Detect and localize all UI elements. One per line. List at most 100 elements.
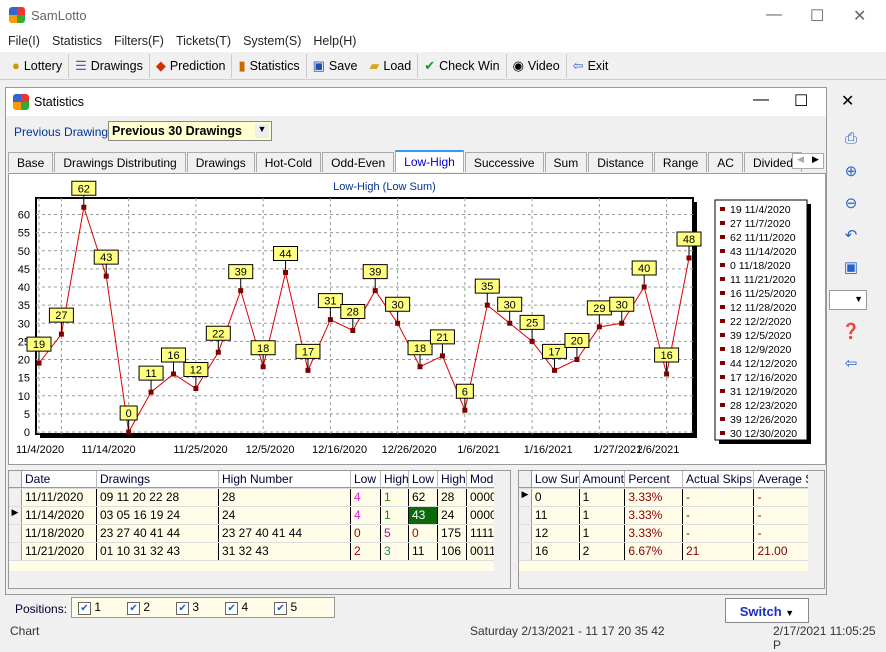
table-cell[interactable]: 1 [381, 507, 409, 524]
tab-odd-even[interactable]: Odd-Even [322, 152, 395, 172]
menu-file[interactable]: File(I) [0, 30, 44, 48]
check-win-button[interactable]: ✔ Check Win [418, 53, 507, 78]
tab-distance[interactable]: Distance [588, 152, 653, 172]
table-cell[interactable]: 0000 [467, 507, 495, 524]
tab-ac[interactable]: AC [708, 152, 743, 172]
previous-drawings-select[interactable]: Previous 30 Drawings ▼ [108, 121, 272, 141]
table-cell[interactable]: 11 [409, 543, 438, 560]
tab-scroll-right-icon[interactable]: ▶ [808, 154, 823, 168]
column-header[interactable]: High [438, 471, 467, 488]
table-cell[interactable]: - [683, 507, 755, 524]
table-cell[interactable]: 12 [532, 525, 580, 542]
table-cell[interactable]: 31 32 43 [219, 543, 351, 560]
table-cell[interactable]: 6.67% [625, 543, 683, 560]
position-checkbox-1[interactable]: ✔ 1 [78, 600, 101, 615]
maximize-button[interactable]: ☐ [810, 6, 824, 26]
save-button[interactable]: ▣ Save [307, 54, 364, 78]
horizontal-scrollbar[interactable] [9, 571, 510, 588]
help-icon[interactable]: ❓ [832, 322, 870, 354]
table-cell[interactable]: 16 [532, 543, 580, 560]
tab-hot-cold[interactable]: Hot-Cold [255, 152, 322, 172]
position-checkbox-3[interactable]: ✔ 3 [176, 600, 199, 615]
table-cell[interactable]: 5 [381, 525, 409, 542]
exit-chart-icon[interactable]: ⇦ [832, 354, 870, 386]
table-cell[interactable]: 2 [351, 543, 381, 560]
tab-base[interactable]: Base [8, 152, 54, 172]
column-header[interactable]: High Number [219, 471, 351, 488]
column-header[interactable]: Low ( [351, 471, 381, 488]
column-header[interactable]: High [381, 471, 409, 488]
table-row[interactable]: 11 1 3.33% - - [519, 507, 824, 525]
minimize-button[interactable]: — [766, 6, 782, 24]
print-icon[interactable]: ⎙ [832, 130, 870, 162]
table-cell[interactable]: 3.33% [625, 525, 683, 542]
table-cell[interactable]: 1 [580, 489, 626, 506]
table-cell[interactable]: 11 [532, 507, 580, 524]
exit-button[interactable]: ⇦ Exit [567, 54, 615, 78]
vertical-scrollbar[interactable] [494, 471, 510, 571]
table-cell[interactable]: 4 [351, 489, 381, 506]
table-row[interactable]: ▶ 11/14/2020 03 05 16 19 24 24 4 1 43 24 0000 [9, 507, 510, 525]
statistics-maximize-button[interactable]: ☐ [794, 91, 808, 111]
statistics-button[interactable]: ▮ Statistics [232, 53, 307, 78]
table-cell[interactable]: 2 [580, 543, 626, 560]
table-cell[interactable]: 28 [438, 489, 467, 506]
tab-successive[interactable]: Successive [464, 152, 544, 172]
video-button[interactable]: ◉ Video [507, 53, 567, 78]
menu-statistics[interactable]: Statistics [44, 30, 106, 48]
table-row[interactable]: 11/18/2020 23 27 40 41 44 23 27 40 41 44 0 5… [9, 525, 510, 543]
drawings-button[interactable]: ☰ Drawings [69, 53, 150, 78]
table-cell[interactable]: 3.33% [625, 489, 683, 506]
column-header[interactable]: Moda [467, 471, 495, 488]
table-cell[interactable]: 28 [219, 489, 351, 506]
table-cell[interactable]: 01 10 31 32 43 [97, 543, 219, 560]
statistics-close-button[interactable]: ✕ [841, 91, 854, 111]
position-checkbox-5[interactable]: ✔ 5 [274, 600, 297, 615]
table-cell[interactable]: - [683, 489, 755, 506]
table-cell[interactable]: 1 [381, 489, 409, 506]
table-row[interactable]: 12 1 3.33% - - [519, 525, 824, 543]
table-cell[interactable]: 62 [409, 489, 438, 506]
table-cell[interactable]: 3 [381, 543, 409, 560]
position-checkbox-4[interactable]: ✔ 4 [225, 600, 248, 615]
column-header[interactable]: Date [22, 471, 97, 488]
table-cell[interactable]: 21 [683, 543, 755, 560]
load-button[interactable]: ▰ Load [363, 53, 419, 78]
menu-help[interactable]: Help(H) [305, 30, 360, 48]
column-header[interactable]: Actual Skips [682, 471, 755, 488]
save-chart-icon[interactable]: ▣ [832, 258, 870, 290]
tab-sum[interactable]: Sum [544, 152, 588, 172]
table-row[interactable]: 16 2 6.67% 21 21.00 [519, 543, 824, 561]
tab-drawings-distributing[interactable]: Drawings Distributing [54, 152, 186, 172]
table-row[interactable]: 11/21/2020 01 10 31 32 43 31 32 43 2 3 11 106 0… [9, 543, 510, 561]
column-header[interactable]: Drawings [97, 471, 219, 488]
table-cell[interactable]: - [683, 525, 755, 542]
table-row[interactable]: ▶ 0 1 3.33% - - [519, 489, 824, 507]
zoom-out-icon[interactable]: ⊖ [832, 194, 870, 226]
column-header[interactable]: Amount [579, 471, 626, 488]
table-cell[interactable]: 175 [438, 525, 467, 542]
column-header[interactable]: Low Sum [531, 471, 580, 488]
undo-icon[interactable]: ↶ [832, 226, 870, 258]
table-cell[interactable]: 11/18/2020 [22, 525, 97, 542]
table-cell[interactable]: 0011 [467, 543, 495, 560]
position-checkbox-2[interactable]: ✔ 2 [127, 600, 150, 615]
table-cell[interactable]: 24 [438, 507, 467, 524]
table-cell[interactable]: 03 05 16 19 24 [97, 507, 219, 524]
table-cell[interactable]: 0 [351, 525, 381, 542]
table-cell[interactable]: 1111 [467, 525, 495, 542]
table-cell[interactable]: 23 27 40 41 44 [219, 525, 351, 542]
table-cell[interactable]: 23 27 40 41 44 [97, 525, 219, 542]
table-cell[interactable]: 09 11 20 22 28 [97, 489, 219, 506]
table-row[interactable]: 11/11/2020 09 11 20 22 28 28 4 1 62 28 0000 [9, 489, 510, 507]
tab-scroll-left-icon[interactable]: ◀ [793, 154, 808, 168]
table-cell[interactable]: 11/11/2020 [22, 489, 97, 506]
table-cell[interactable]: 0 [409, 525, 438, 542]
menu-system[interactable]: System(S) [235, 30, 305, 48]
table-cell[interactable]: 11/14/2020 [22, 507, 97, 524]
tab-low-high[interactable]: Low-High [395, 150, 464, 172]
vertical-scrollbar[interactable] [808, 471, 824, 571]
table-cell[interactable]: 106 [438, 543, 467, 560]
table-cell[interactable]: 1 [580, 525, 626, 542]
zoom-in-icon[interactable]: ⊕ [832, 162, 870, 194]
